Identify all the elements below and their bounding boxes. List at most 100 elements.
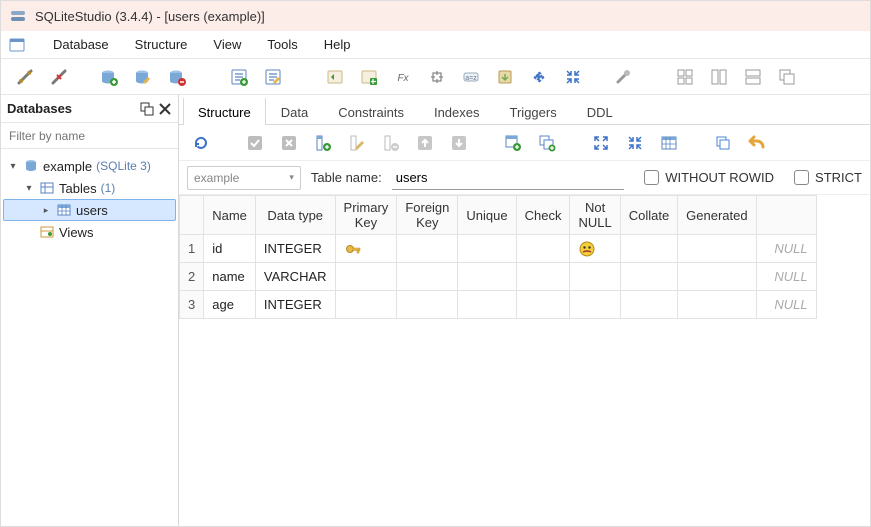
cell-notnull[interactable] [570, 235, 620, 263]
tab-triggers[interactable]: Triggers [495, 98, 572, 125]
cell-datatype[interactable]: INTEGER [255, 291, 335, 319]
header-name[interactable]: Name [204, 196, 256, 235]
function-fx-icon[interactable]: Fx [389, 63, 417, 91]
rollback-icon[interactable] [275, 129, 303, 157]
refresh-icon[interactable] [187, 129, 215, 157]
configure-icon[interactable] [609, 63, 637, 91]
cell-collate[interactable] [620, 263, 677, 291]
tree-table-users[interactable]: ▸ users [3, 199, 176, 221]
layout-rows-icon[interactable] [739, 63, 767, 91]
cell-datatype[interactable]: INTEGER [255, 235, 335, 263]
expander-icon[interactable]: ▾ [23, 182, 35, 194]
add-column-icon[interactable] [309, 129, 337, 157]
table-name-input[interactable] [392, 166, 625, 190]
menu-view[interactable]: View [201, 33, 253, 56]
encoding-icon[interactable]: a=z [457, 63, 485, 91]
cell-check[interactable] [516, 291, 570, 319]
panel-popout-icon[interactable] [140, 102, 154, 116]
database-select[interactable]: example ▾ [187, 166, 301, 190]
table-row[interactable]: 2nameVARCHARNULL [180, 263, 817, 291]
undo-icon[interactable] [743, 129, 771, 157]
cell-name[interactable]: id [204, 235, 256, 263]
tab-structure[interactable]: Structure [183, 97, 266, 125]
cell-extra[interactable]: NULL [756, 291, 816, 319]
table-row[interactable]: 3ageINTEGERNULL [180, 291, 817, 319]
functions-editor-icon[interactable] [321, 63, 349, 91]
export-arrows-icon[interactable] [525, 63, 553, 91]
cell-fk[interactable] [397, 291, 458, 319]
contract-arrows-icon[interactable] [559, 63, 587, 91]
cell-fk[interactable] [397, 263, 458, 291]
commit-icon[interactable] [241, 129, 269, 157]
menu-structure[interactable]: Structure [123, 33, 200, 56]
sql-history-icon[interactable] [259, 63, 287, 91]
collations-editor-icon[interactable] [355, 63, 383, 91]
tab-constraints[interactable]: Constraints [323, 98, 419, 125]
panel-close-icon[interactable] [158, 102, 172, 116]
cell-generated[interactable] [678, 291, 756, 319]
layout-grid-icon[interactable] [671, 63, 699, 91]
menu-help[interactable]: Help [312, 33, 363, 56]
delete-column-icon[interactable] [377, 129, 405, 157]
table-row[interactable]: 1idINTEGERNULL [180, 235, 817, 263]
cell-extra[interactable]: NULL [756, 235, 816, 263]
header-fk[interactable]: Foreign Key [397, 196, 458, 235]
strict-checkbox[interactable]: STRICT [794, 170, 862, 185]
cell-collate[interactable] [620, 291, 677, 319]
tab-indexes[interactable]: Indexes [419, 98, 495, 125]
expander-icon[interactable]: ▸ [40, 204, 52, 216]
window-menu-icon[interactable] [5, 33, 29, 57]
without-rowid-checkbox[interactable]: WITHOUT ROWID [644, 170, 774, 185]
cell-notnull[interactable] [570, 263, 620, 291]
populate-table-icon[interactable] [655, 129, 683, 157]
cell-datatype[interactable]: VARCHAR [255, 263, 335, 291]
cell-pk[interactable] [335, 263, 397, 291]
header-pk[interactable]: Primary Key [335, 196, 397, 235]
copy-icon[interactable] [709, 129, 737, 157]
export-table-icon[interactable] [587, 129, 615, 157]
cell-collate[interactable] [620, 235, 677, 263]
add-database-icon[interactable] [95, 63, 123, 91]
edit-column-icon[interactable] [343, 129, 371, 157]
database-filter-input[interactable] [1, 123, 178, 149]
layout-cascade-icon[interactable] [773, 63, 801, 91]
cell-check[interactable] [516, 235, 570, 263]
extension-icon[interactable] [423, 63, 451, 91]
cell-notnull[interactable] [570, 291, 620, 319]
import-table-icon[interactable] [621, 129, 649, 157]
cell-name[interactable]: name [204, 263, 256, 291]
cell-fk[interactable] [397, 235, 458, 263]
layout-columns-icon[interactable] [705, 63, 733, 91]
header-notnull[interactable]: Not NULL [570, 196, 620, 235]
create-table-copy-icon[interactable] [533, 129, 561, 157]
cell-pk[interactable] [335, 291, 397, 319]
cell-unique[interactable] [458, 291, 516, 319]
expander-icon[interactable]: ▾ [7, 160, 19, 172]
cell-unique[interactable] [458, 263, 516, 291]
cell-generated[interactable] [678, 235, 756, 263]
header-check[interactable]: Check [516, 196, 570, 235]
import-icon[interactable] [491, 63, 519, 91]
create-table-similar-icon[interactable] [499, 129, 527, 157]
header-generated[interactable]: Generated [678, 196, 756, 235]
menu-tools[interactable]: Tools [255, 33, 309, 56]
tab-data[interactable]: Data [266, 98, 323, 125]
move-up-icon[interactable] [411, 129, 439, 157]
header-datatype[interactable]: Data type [255, 196, 335, 235]
menu-database[interactable]: Database [41, 33, 121, 56]
header-collate[interactable]: Collate [620, 196, 677, 235]
cell-name[interactable]: age [204, 291, 256, 319]
header-extra[interactable] [756, 196, 816, 235]
connect-icon[interactable] [11, 63, 39, 91]
remove-database-icon[interactable] [163, 63, 191, 91]
cell-unique[interactable] [458, 235, 516, 263]
cell-pk[interactable] [335, 235, 397, 263]
cell-extra[interactable]: NULL [756, 263, 816, 291]
tab-ddl[interactable]: DDL [572, 98, 628, 125]
cell-generated[interactable] [678, 263, 756, 291]
tree-views-node[interactable]: Views [3, 221, 176, 243]
move-down-icon[interactable] [445, 129, 473, 157]
disconnect-icon[interactable] [45, 63, 73, 91]
tree-tables-node[interactable]: ▾ Tables (1) [3, 177, 176, 199]
edit-database-icon[interactable] [129, 63, 157, 91]
